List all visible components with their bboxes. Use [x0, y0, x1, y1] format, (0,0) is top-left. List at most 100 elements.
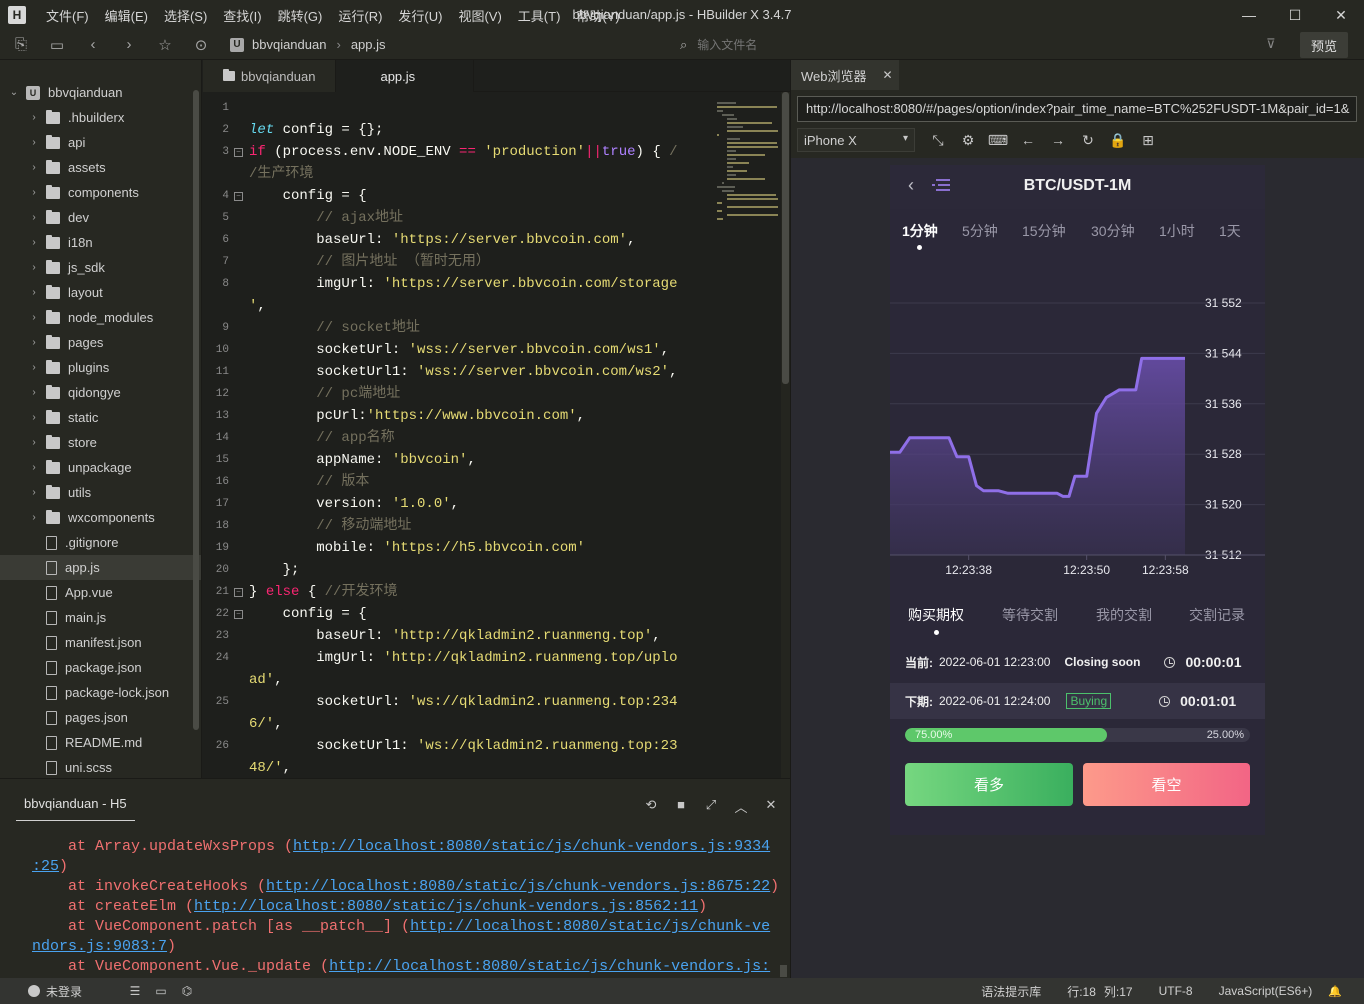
breadcrumb-file[interactable]: app.js	[351, 37, 386, 52]
menu-item-4[interactable]: 跳转(G)	[270, 6, 331, 25]
tree-item-layout[interactable]: › layout	[0, 280, 201, 305]
tab-app-js[interactable]: app.js	[336, 60, 475, 92]
tree-item-main-js[interactable]: main.js	[0, 605, 201, 630]
code-line[interactable]: socketUrl1: 'wss://server.bbvcoin.com/ws…	[249, 361, 677, 383]
cursor-col[interactable]: 列:17	[1104, 983, 1133, 1000]
stop-icon[interactable]: ■	[666, 797, 696, 816]
code-line[interactable]: socketUrl1: 'ws://qkladmin2.ruanmeng.top…	[249, 735, 677, 757]
code-line[interactable]: ad',	[249, 669, 283, 691]
console-link[interactable]: http://localhost:8080/static/js/chunk-ve	[410, 918, 770, 935]
console-scrollbar[interactable]	[780, 965, 787, 977]
tree-item-store[interactable]: › store	[0, 430, 201, 455]
code-line[interactable]: pcUrl:'https://www.bbvcoin.com',	[249, 405, 585, 427]
code-line[interactable]: };	[249, 559, 300, 581]
option-tab[interactable]: 交割记录	[1189, 605, 1245, 625]
tree-item-utils[interactable]: › utils	[0, 480, 201, 505]
tree-item-static[interactable]: › static	[0, 405, 201, 430]
buy-up-button[interactable]: 看多	[905, 763, 1073, 806]
bell-icon[interactable]: 🔔	[1328, 985, 1342, 998]
close-icon[interactable]: ✕	[1318, 0, 1364, 30]
code-line[interactable]: // 版本	[249, 471, 369, 493]
star-icon[interactable]: ☆	[150, 30, 180, 60]
code-line[interactable]: // socket地址	[249, 317, 420, 339]
tree-root[interactable]: ⌄ U bbvqianduan	[0, 80, 201, 105]
qr-code-icon[interactable]: ⊞	[1133, 132, 1163, 149]
url-input[interactable]: http://localhost:8080/#/pages/option/ind…	[797, 96, 1357, 122]
code-line[interactable]: 6/',	[249, 713, 283, 735]
code-line[interactable]: imgUrl: 'http://qkladmin2.ruanmeng.top/u…	[249, 647, 677, 669]
period-tab[interactable]: 15分钟	[1022, 221, 1066, 241]
menu-item-3[interactable]: 查找(I)	[215, 6, 269, 25]
code-line[interactable]: appName: 'bbvcoin',	[249, 449, 476, 471]
tree-item-assets[interactable]: › assets	[0, 155, 201, 180]
code-line[interactable]: mobile: 'https://h5.bbvcoin.com'	[249, 537, 585, 559]
tree-item-hbuilderx[interactable]: › .hbuilderx	[0, 105, 201, 130]
code-line[interactable]: ',	[249, 295, 266, 317]
refresh-icon[interactable]: ↻	[1073, 132, 1103, 149]
menu-item-0[interactable]: 文件(F)	[38, 6, 97, 25]
devtools-icon[interactable]: ⌨	[983, 132, 1013, 149]
console-tab[interactable]: bbvqianduan - H5	[16, 787, 135, 821]
popout-icon[interactable]: ⤢	[696, 797, 726, 816]
terminal-icon[interactable]: ▭	[148, 984, 174, 998]
tree-item-qidongye[interactable]: › qidongye	[0, 380, 201, 405]
collapse-icon[interactable]: ︿	[726, 797, 756, 816]
tree-item-pages[interactable]: › pages	[0, 330, 201, 355]
code-editor[interactable]: 1 2 3−4−5 6 7 8 9 10 11 12 13 14 15 16 17 18 19 20 21−22−2…	[203, 92, 790, 778]
breadcrumb-project[interactable]: bbvqianduan	[252, 37, 326, 52]
tree-item-app-vue[interactable]: App.vue	[0, 580, 201, 605]
clear-icon[interactable]: ✕	[756, 797, 786, 816]
cursor-line[interactable]: 行:18	[1067, 983, 1096, 1000]
new-file-icon[interactable]: ⎘	[6, 30, 36, 60]
code-line[interactable]: // 图片地址 （暂时无用）	[249, 251, 490, 273]
run-icon[interactable]: ⊙	[186, 30, 216, 60]
code-line[interactable]: version: '1.0.0',	[249, 493, 459, 515]
menu-item-5[interactable]: 运行(R)	[330, 6, 390, 25]
syntax-hint[interactable]: 语法提示库	[981, 983, 1041, 1000]
console-link[interactable]: http://localhost:8080/static/js/chunk-ve…	[293, 838, 770, 855]
menu-item-2[interactable]: 选择(S)	[156, 6, 215, 25]
filter-icon[interactable]: ⊽	[1266, 36, 1276, 52]
code-line[interactable]: baseUrl: 'http://qkladmin2.ruanmeng.top'…	[249, 625, 660, 647]
code-line[interactable]: config = {	[249, 185, 367, 207]
maximize-icon[interactable]: ☐	[1272, 0, 1318, 30]
tree-item-wxcomponents[interactable]: › wxcomponents	[0, 505, 201, 530]
code-line[interactable]: socketUrl: 'ws://qkladmin2.ruanmeng.top:…	[249, 691, 677, 713]
console-link[interactable]: http://localhost:8080/static/js/chunk-ve…	[329, 958, 770, 975]
tree-item-app-js[interactable]: app.js	[0, 555, 201, 580]
tab-web-browser[interactable]: Web浏览器 ✕	[791, 60, 899, 90]
code-line[interactable]: // app名称	[249, 427, 394, 449]
tree-item-gitignore[interactable]: .gitignore	[0, 530, 201, 555]
menu-item-9[interactable]: 帮助(Y)	[568, 6, 627, 25]
file-search-input[interactable]	[697, 38, 1098, 52]
menu-item-1[interactable]: 编辑(E)	[97, 6, 156, 25]
code-line[interactable]: // pc端地址	[249, 383, 400, 405]
option-tab[interactable]: 等待交割	[1002, 605, 1058, 625]
editor-scrollbar[interactable]	[781, 92, 790, 778]
save-icon[interactable]: ▭	[42, 30, 72, 60]
code-line[interactable]: 48/',	[249, 757, 291, 778]
code-line[interactable]: } else { //开发环境	[249, 581, 397, 603]
device-select[interactable]: iPhone X	[797, 128, 915, 152]
tree-item-node-modules[interactable]: › node_modules	[0, 305, 201, 330]
code-line[interactable]: socketUrl: 'wss://server.bbvcoin.com/ws1…	[249, 339, 669, 361]
tree-item-js-sdk[interactable]: › js_sdk	[0, 255, 201, 280]
plugin-icon[interactable]: ⌬	[174, 984, 200, 998]
code-line[interactable]: imgUrl: 'https://server.bbvcoin.com/stor…	[249, 273, 677, 295]
code-line[interactable]: /生产环境	[249, 163, 313, 185]
fold-toggle-icon[interactable]: −	[234, 148, 243, 157]
tree-item-package-lock-json[interactable]: package-lock.json	[0, 680, 201, 705]
tree-item-dev[interactable]: › dev	[0, 205, 201, 230]
console-link[interactable]: http://localhost:8080/static/js/chunk-ve…	[266, 878, 770, 895]
code-line[interactable]: let config = {};	[249, 119, 383, 141]
tree-item-plugins[interactable]: › plugins	[0, 355, 201, 380]
rotate-icon[interactable]: ⤡	[923, 132, 953, 149]
code-line[interactable]: // ajax地址	[249, 207, 403, 229]
menu-item-8[interactable]: 工具(T)	[510, 6, 569, 25]
period-tab[interactable]: 1分钟	[902, 221, 938, 241]
code-line[interactable]: baseUrl: 'https://server.bbvcoin.com',	[249, 229, 635, 251]
tree-item-unpackage[interactable]: › unpackage	[0, 455, 201, 480]
language-mode[interactable]: JavaScript(ES6+)	[1219, 984, 1313, 998]
encoding[interactable]: UTF-8	[1159, 984, 1193, 998]
back-icon[interactable]: ←	[1013, 132, 1043, 148]
